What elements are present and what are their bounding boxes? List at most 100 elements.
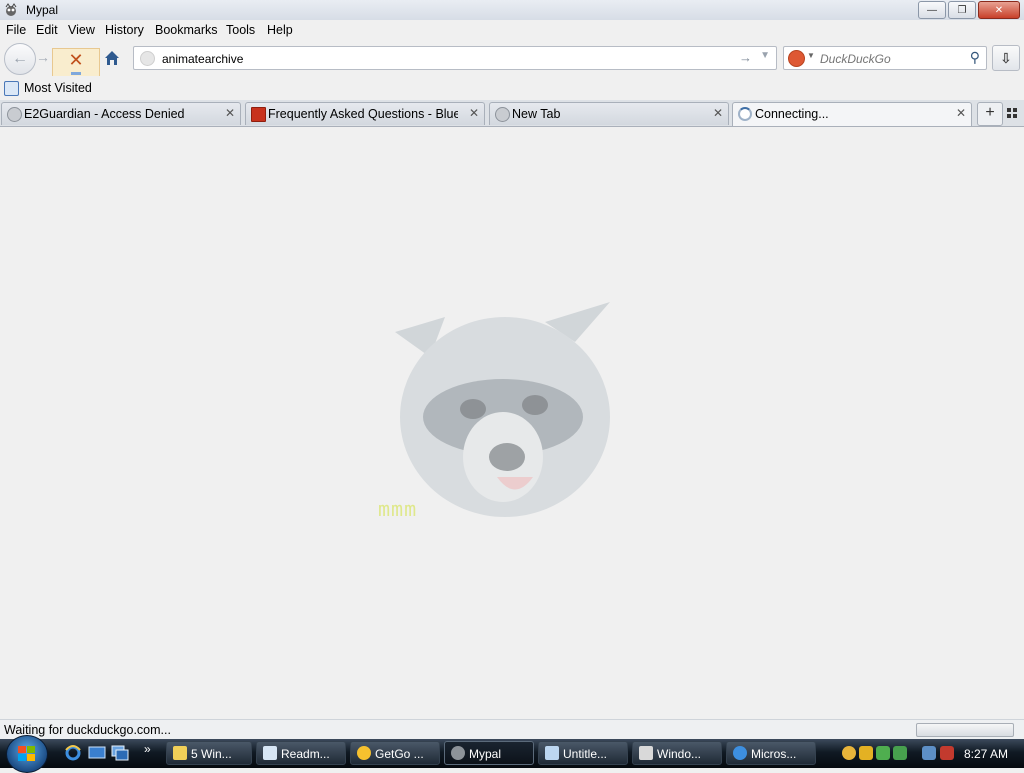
download-icon: ⇩ bbox=[1000, 49, 1012, 66]
back-arrow-icon: ← bbox=[12, 50, 28, 67]
menu-help[interactable]: Help bbox=[267, 23, 293, 37]
notepad-icon bbox=[263, 746, 277, 760]
stop-icon: ✕ bbox=[68, 50, 84, 70]
close-icon: ✕ bbox=[994, 4, 1004, 16]
minimize-icon: — bbox=[927, 4, 937, 16]
task-label: Micros... bbox=[751, 747, 797, 761]
tray-app-icon[interactable] bbox=[842, 746, 856, 760]
tab-label: Connecting... bbox=[755, 107, 829, 121]
restore-icon: ❐ bbox=[957, 4, 967, 16]
duckduckgo-icon[interactable] bbox=[788, 50, 805, 67]
page-content: mmm bbox=[0, 127, 1024, 719]
windows-icon bbox=[639, 746, 653, 760]
clock[interactable]: 8:27 AM bbox=[964, 747, 1008, 761]
tray-grid-icon[interactable] bbox=[893, 746, 907, 760]
menu-tools[interactable]: Tools bbox=[226, 23, 255, 37]
downloads-button[interactable]: ⇩ bbox=[992, 45, 1020, 71]
more-quicklaunch-icon[interactable]: » bbox=[144, 742, 151, 756]
window-title: Mypal bbox=[26, 3, 59, 17]
close-button[interactable]: ✕ bbox=[978, 1, 1020, 19]
minimize-button[interactable]: — bbox=[918, 1, 946, 19]
menu-history[interactable]: History bbox=[105, 23, 144, 37]
go-arrow-icon[interactable]: → bbox=[739, 50, 752, 65]
ie-quicklaunch-icon[interactable] bbox=[64, 744, 82, 762]
menu-bar: File Edit View History Bookmarks Tools H… bbox=[0, 20, 1024, 40]
tab-close-icon[interactable]: ✕ bbox=[956, 106, 966, 120]
menu-edit[interactable]: Edit bbox=[36, 23, 58, 37]
tray-check-icon[interactable] bbox=[876, 746, 890, 760]
windows-logo-icon bbox=[18, 746, 35, 761]
tab-list-icon[interactable] bbox=[1006, 107, 1018, 119]
task-getgo[interactable]: GetGo ... bbox=[350, 741, 440, 765]
back-button[interactable]: ← bbox=[4, 43, 36, 75]
system-tray: 8:27 AM bbox=[836, 741, 1024, 767]
getgo-icon bbox=[357, 746, 371, 760]
address-bar[interactable]: → ▼ bbox=[133, 46, 777, 70]
ie-icon bbox=[733, 746, 747, 760]
tab-close-icon[interactable]: ✕ bbox=[713, 106, 723, 120]
task-label: 5 Win... bbox=[191, 747, 232, 761]
mypal-icon bbox=[451, 746, 465, 760]
title-bar: Mypal — ❐ ✕ bbox=[0, 0, 1024, 21]
search-icon[interactable]: ⚲ bbox=[970, 49, 980, 66]
forward-button[interactable]: → bbox=[36, 49, 52, 67]
bookmarks-toolbar: Most Visited bbox=[0, 76, 1024, 100]
tab-label: Frequently Asked Questions - Blue... bbox=[268, 107, 458, 121]
paint-icon bbox=[545, 746, 559, 760]
task-windows[interactable]: Windo... bbox=[632, 741, 722, 765]
task-microsoft[interactable]: Micros... bbox=[726, 741, 816, 765]
task-label: Untitle... bbox=[563, 747, 608, 761]
task-windows-folder[interactable]: 5 Win... bbox=[166, 741, 252, 765]
plus-icon: + bbox=[985, 104, 995, 121]
menu-bookmarks[interactable]: Bookmarks bbox=[155, 23, 218, 37]
security-shield-icon[interactable] bbox=[859, 746, 873, 760]
mypal-app-icon bbox=[5, 3, 17, 16]
tab-close-icon[interactable]: ✕ bbox=[225, 106, 235, 120]
menu-view[interactable]: View bbox=[68, 23, 95, 37]
restore-button[interactable]: ❐ bbox=[948, 1, 976, 19]
desktop-quicklaunch-icon[interactable] bbox=[88, 744, 106, 762]
task-mypal[interactable]: Mypal bbox=[444, 741, 534, 765]
task-label: Windo... bbox=[657, 747, 702, 761]
url-dropdown-icon[interactable]: ▼ bbox=[760, 50, 770, 61]
globe-icon bbox=[495, 107, 510, 122]
globe-icon bbox=[7, 107, 22, 122]
bluegriffon-icon bbox=[251, 107, 266, 122]
tab-e2guardian[interactable]: E2Guardian - Access Denied ✕ bbox=[1, 102, 241, 125]
tab-close-icon[interactable]: ✕ bbox=[469, 106, 479, 120]
url-input[interactable] bbox=[160, 49, 734, 68]
home-button[interactable] bbox=[100, 46, 124, 70]
task-label: GetGo ... bbox=[375, 747, 424, 761]
switch-windows-icon[interactable] bbox=[111, 744, 129, 762]
folder-icon bbox=[173, 746, 187, 760]
task-label: Mypal bbox=[469, 747, 502, 761]
tab-strip: E2Guardian - Access Denied ✕ Frequently … bbox=[0, 100, 1024, 127]
raccoon-image bbox=[395, 302, 610, 517]
site-identity-icon[interactable] bbox=[140, 51, 155, 66]
search-input[interactable] bbox=[818, 49, 962, 68]
engine-dropdown-icon[interactable]: ▼ bbox=[807, 51, 815, 60]
menu-file[interactable]: File bbox=[6, 23, 26, 37]
task-readme[interactable]: Readm... bbox=[256, 741, 346, 765]
loading-icon bbox=[738, 107, 752, 121]
task-untitled[interactable]: Untitle... bbox=[538, 741, 628, 765]
most-visited-icon bbox=[4, 81, 19, 96]
network-icon[interactable] bbox=[922, 746, 936, 760]
task-label: Readm... bbox=[281, 747, 330, 761]
tab-label: New Tab bbox=[512, 107, 561, 121]
start-button[interactable] bbox=[6, 735, 48, 773]
new-tab-button[interactable]: + bbox=[977, 102, 1003, 126]
taskbar: » 5 Win... Readm... GetGo ... Mypal Unti… bbox=[0, 735, 1024, 773]
progress-bar bbox=[916, 723, 1014, 737]
loading-text: mmm bbox=[378, 497, 418, 521]
tab-faq[interactable]: Frequently Asked Questions - Blue... ✕ bbox=[245, 102, 485, 125]
most-visited-bookmark[interactable]: Most Visited bbox=[24, 81, 92, 95]
tab-label: E2Guardian - Access Denied bbox=[24, 107, 185, 121]
home-icon bbox=[105, 51, 119, 65]
navigation-toolbar: ← → ✕ → ▼ ▼ ⚲ ⇩ bbox=[0, 40, 1024, 100]
volume-muted-icon[interactable] bbox=[940, 746, 954, 760]
tab-connecting[interactable]: Connecting... ✕ bbox=[732, 102, 972, 126]
search-bar[interactable]: ▼ ⚲ bbox=[783, 46, 987, 70]
tab-new-tab[interactable]: New Tab ✕ bbox=[489, 102, 729, 125]
status-bar: Waiting for duckduckgo.com... bbox=[0, 719, 1024, 740]
